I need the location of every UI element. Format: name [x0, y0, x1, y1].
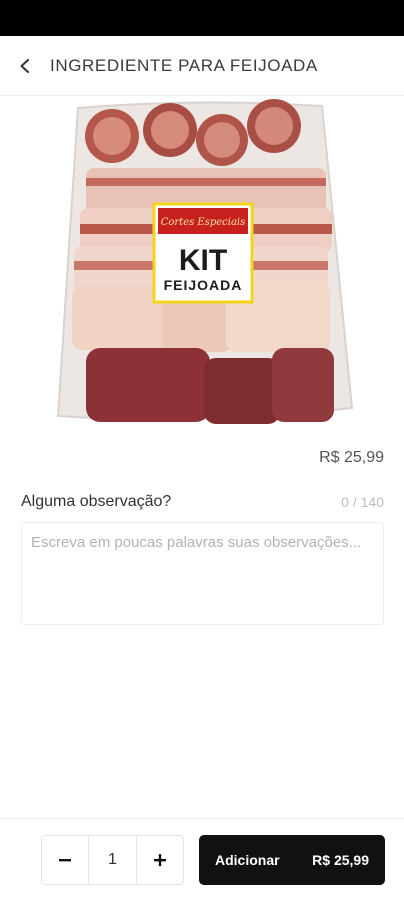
observation-input[interactable] [21, 522, 384, 625]
label-kit: KIT [179, 244, 227, 277]
label-banner: Cortes Especiais [161, 217, 246, 228]
minus-icon [59, 859, 71, 862]
add-to-cart-button[interactable]: Adicionar R$ 25,99 [199, 835, 385, 885]
observation-label: Alguma observação? [21, 493, 172, 510]
plus-icon [154, 854, 166, 867]
footer: 1 Adicionar R$ 25,99 [0, 818, 404, 900]
status-bar [0, 0, 404, 36]
add-button-label: Adicionar [215, 852, 280, 868]
observation-counter: 0 / 140 [341, 494, 384, 510]
quantity-value: 1 [88, 836, 137, 884]
chevron-left-icon [20, 58, 29, 73]
label-name: FEIJOADA [164, 277, 243, 293]
increase-button[interactable] [137, 836, 183, 884]
quantity-stepper: 1 [41, 835, 184, 885]
meat-package-image: Cortes Especiais KIT FEIJOADA [56, 99, 354, 424]
header: INGREDIENTE PARA FEIJOADA [0, 36, 404, 96]
add-button-price: R$ 25,99 [312, 852, 369, 868]
decrease-button[interactable] [42, 836, 88, 884]
back-button[interactable] [0, 36, 50, 96]
page-title: INGREDIENTE PARA FEIJOADA [50, 55, 318, 75]
product-price: R$ 25,99 [319, 449, 384, 466]
product-image: Cortes Especiais KIT FEIJOADA [0, 96, 404, 432]
